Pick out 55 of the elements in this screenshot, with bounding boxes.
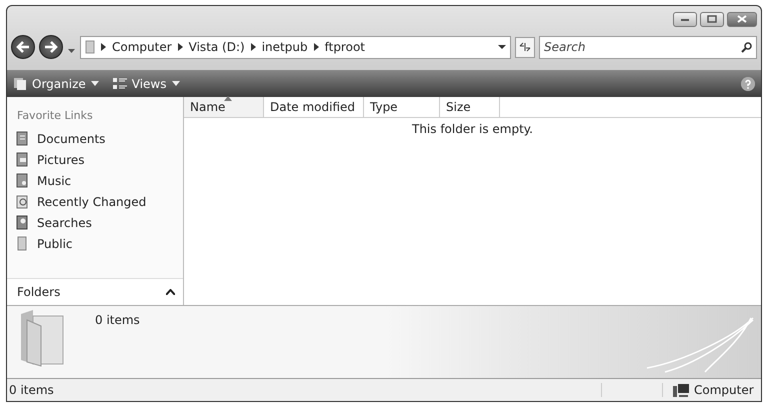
caret-icon xyxy=(172,81,180,86)
search-field[interactable]: Search xyxy=(539,36,757,58)
minimize-button[interactable] xyxy=(673,12,697,26)
empty-folder-message: This folder is empty. xyxy=(412,122,533,136)
item-count: 0 items xyxy=(95,313,140,329)
sidebar-item[interactable]: Music xyxy=(7,170,183,191)
collapse-caret-icon xyxy=(166,289,175,295)
refresh-icon xyxy=(519,42,531,52)
back-button[interactable] xyxy=(11,35,35,59)
breadcrumb-item[interactable]: inetpub xyxy=(262,40,308,54)
pictures-icon xyxy=(15,152,29,167)
close-icon xyxy=(737,15,747,23)
chevron-icon xyxy=(314,43,319,51)
left-arrow-icon xyxy=(16,41,30,53)
maximize-icon xyxy=(707,15,717,23)
forward-button[interactable] xyxy=(39,35,63,59)
computer-icon xyxy=(673,384,689,396)
views-icon xyxy=(112,78,127,90)
folders-toggle[interactable]: Folders xyxy=(7,278,183,305)
toolbar-button[interactable]: Views xyxy=(112,76,180,90)
recent-icon xyxy=(15,194,29,209)
breadcrumb-item[interactable]: ftproot xyxy=(324,40,365,54)
breadcrumb-item[interactable]: Vista (D:) xyxy=(188,40,245,54)
sidebar-item[interactable]: Searches xyxy=(7,212,183,233)
close-button[interactable] xyxy=(727,12,757,26)
maximize-button[interactable] xyxy=(700,12,724,26)
chevron-icon xyxy=(101,43,106,51)
toolbar-button[interactable]: Organize xyxy=(13,76,99,90)
caret-icon xyxy=(90,81,99,86)
folder-icon xyxy=(85,40,95,54)
sidebar-item[interactable]: Pictures xyxy=(7,149,183,170)
sidebar-item[interactable]: Recently Changed xyxy=(7,191,183,212)
address-field[interactable]: Computer Vista (D:) inetpub ftproot xyxy=(80,36,511,58)
refresh-button[interactable] xyxy=(515,36,535,58)
documents-icon xyxy=(15,131,29,146)
folders-label: Folders xyxy=(17,285,60,299)
sidebar-item[interactable]: Public xyxy=(7,233,183,254)
status-item-count: 0 items xyxy=(7,383,602,397)
breadcrumb-item[interactable]: Computer xyxy=(112,40,172,54)
public-icon xyxy=(15,236,29,251)
minimize-icon xyxy=(680,16,690,22)
right-arrow-icon xyxy=(44,41,58,53)
pages-icon xyxy=(13,76,27,90)
status-location: Computer xyxy=(694,383,754,397)
search-icon xyxy=(741,42,752,52)
dropdown-caret-icon[interactable] xyxy=(498,44,506,50)
sort-arrow-icon xyxy=(224,96,232,101)
chevron-icon xyxy=(178,43,183,51)
column-header[interactable]: Name xyxy=(184,97,264,117)
searches-icon xyxy=(15,215,29,230)
sidebar-heading: Favorite Links xyxy=(16,108,94,124)
sidebar-item[interactable]: Documents xyxy=(7,128,183,149)
chevron-icon xyxy=(250,43,256,51)
help-icon[interactable] xyxy=(741,76,755,90)
music-icon xyxy=(15,173,29,188)
